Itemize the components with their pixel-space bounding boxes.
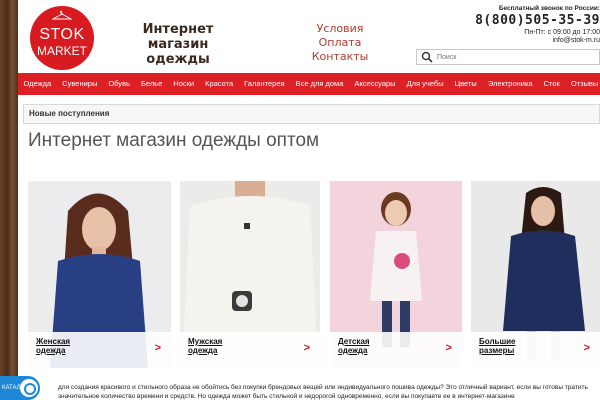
work-hours: Пн-Пт: с 09:00 до 17:00 <box>524 29 600 36</box>
logo[interactable]: STOK MARKET <box>30 6 94 70</box>
card-label-bar: Мужская одежда > <box>180 332 320 368</box>
wood-background <box>0 0 18 400</box>
card-title[interactable]: Мужская одежда <box>188 337 248 355</box>
card-label-bar: Женская одежда > <box>28 332 171 368</box>
email-link[interactable]: info@stok-m.ru <box>420 37 600 44</box>
nav-item-clothing[interactable]: Одежда <box>18 73 57 95</box>
nav-item-underwear[interactable]: Белье <box>135 73 167 95</box>
search-input[interactable] <box>437 53 587 61</box>
search-box[interactable] <box>416 49 600 65</box>
card-title[interactable]: Детская одежда <box>338 337 398 355</box>
link-contacts[interactable]: Контакты <box>300 50 380 64</box>
category-card-men[interactable]: Мужская одежда > <box>180 181 320 368</box>
category-card-kids[interactable]: Детская одежда > <box>330 181 462 368</box>
top-links: Условия Оплата Контакты <box>300 22 380 64</box>
card-label-bar: Детская одежда > <box>330 332 462 368</box>
logo-text-line2: MARKET <box>36 44 87 58</box>
link-payment[interactable]: Оплата <box>300 36 380 50</box>
nav-item-socks[interactable]: Носки <box>168 73 200 95</box>
intro-paragraph: для создания красивого и стильного образ… <box>58 384 588 400</box>
nav-item-stock[interactable]: Сток <box>538 73 565 95</box>
catalog-icon[interactable] <box>20 379 38 397</box>
arrow-right-icon[interactable]: > <box>446 342 452 354</box>
card-title[interactable]: Женская одежда <box>36 337 96 355</box>
nav-item-study[interactable]: Для учебы <box>401 73 449 95</box>
nav-item-home[interactable]: Все для дома <box>290 73 349 95</box>
arrow-right-icon[interactable]: > <box>304 342 310 354</box>
nav-item-souvenirs[interactable]: Сувениры <box>57 73 103 95</box>
arrow-right-icon[interactable]: > <box>584 342 590 354</box>
hanger-icon <box>52 10 72 20</box>
category-card-plus-size[interactable]: Большие размеры > <box>471 181 600 368</box>
contact-block: Бесплатный звонок по России: 8(800)505-3… <box>420 5 600 44</box>
phone-number[interactable]: 8(800)505-35-39 <box>420 13 600 28</box>
nav-item-accessories[interactable]: Аксессуары <box>349 73 401 95</box>
section-bar-new-arrivals[interactable]: Новые поступления <box>23 104 600 124</box>
category-card-women[interactable]: Женская одежда > <box>28 181 171 368</box>
page: STOK MARKET Интернет магазин одежды Усло… <box>18 0 600 400</box>
nav-item-haberdashery[interactable]: Галантерея <box>239 73 290 95</box>
page-heading: Интернет магазин одежды оптом <box>28 130 320 151</box>
nav-item-reviews[interactable]: Отзывы <box>565 73 600 95</box>
logo-text-line1: STOK <box>39 26 85 43</box>
free-call-label: Бесплатный звонок по России: <box>498 5 600 12</box>
nav-item-beauty[interactable]: Красота <box>200 73 239 95</box>
search-icon[interactable] <box>420 50 434 64</box>
nav-item-shoes[interactable]: Обувь <box>103 73 136 95</box>
nav-item-electronics[interactable]: Электроника <box>482 73 538 95</box>
arrow-right-icon[interactable]: > <box>155 342 161 354</box>
card-title[interactable]: Большие размеры <box>479 337 539 355</box>
site-title: Интернет магазин одежды <box>142 22 214 67</box>
card-label-bar: Большие размеры > <box>471 332 600 368</box>
catalog-widget[interactable]: КАТАЛОГ <box>0 376 40 400</box>
nav-item-flowers[interactable]: Цветы <box>449 73 482 95</box>
main-nav: Одежда Сувениры Обувь Белье Носки Красот… <box>18 73 600 95</box>
link-conditions[interactable]: Условия <box>300 22 380 36</box>
